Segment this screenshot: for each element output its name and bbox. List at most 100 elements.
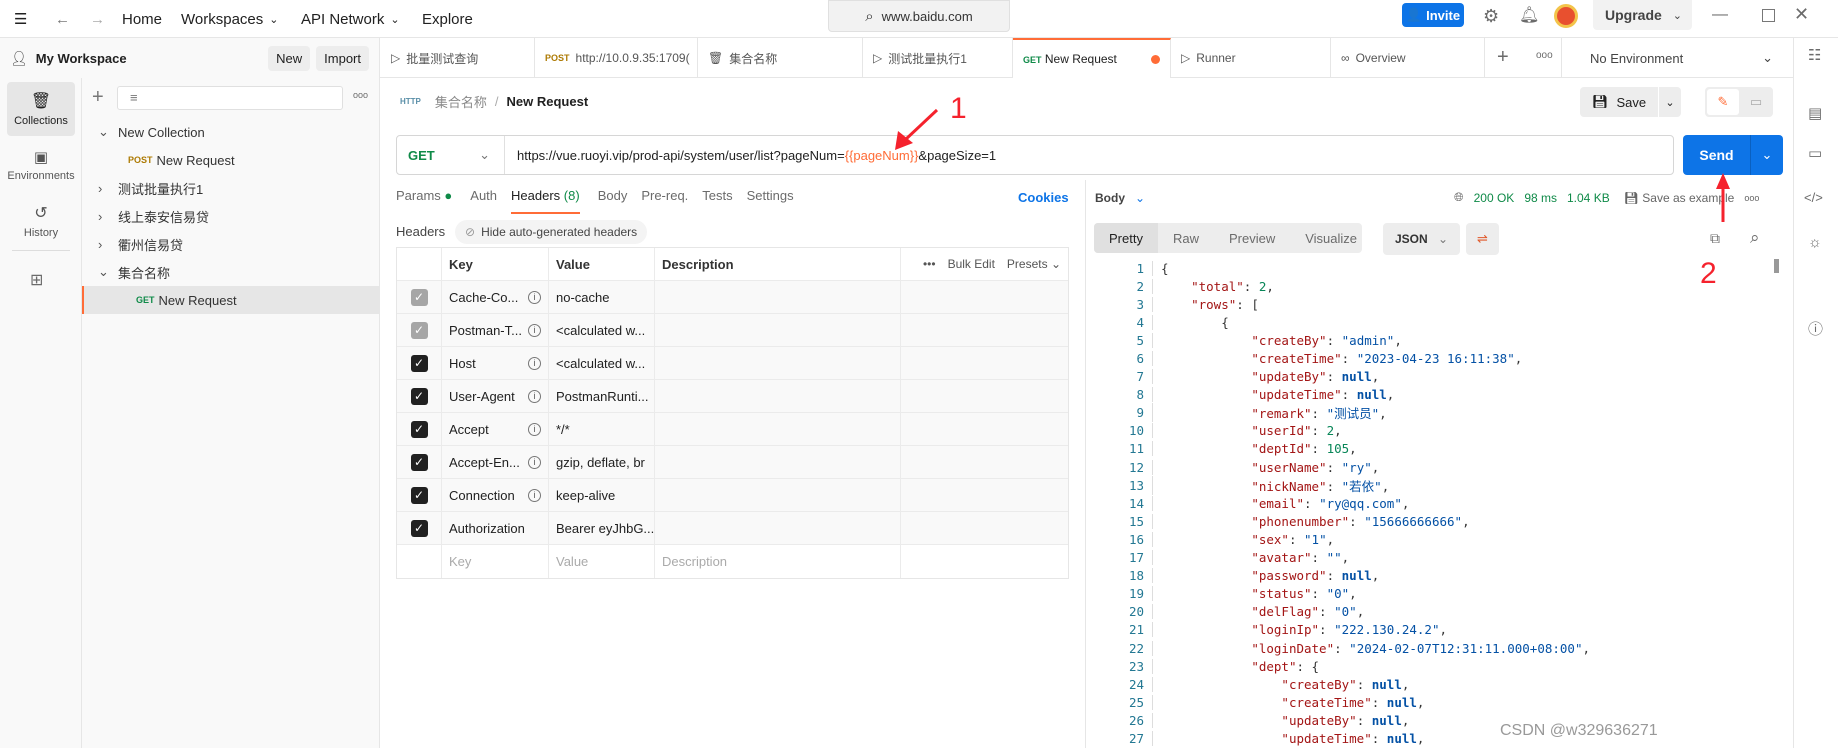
tree-request-selected[interactable]: GET New Request <box>82 286 379 314</box>
info-icon[interactable]: i <box>528 356 541 370</box>
description-cell[interactable] <box>655 479 901 511</box>
tree-collection[interactable]: ⌄ 集合名称 <box>82 258 379 286</box>
cookies-link[interactable]: Cookies <box>1018 190 1069 205</box>
tab-headers[interactable]: Headers (8) <box>511 188 580 214</box>
description-cell[interactable] <box>655 413 901 445</box>
save-button[interactable]: 💾︎ Save <box>1580 87 1658 117</box>
key-cell[interactable]: Host i <box>442 347 549 379</box>
description-cell[interactable] <box>655 314 901 346</box>
response-size[interactable]: 1.04 KB <box>1567 191 1610 205</box>
row-checkbox[interactable]: ✓ <box>410 321 428 339</box>
upgrade-button[interactable]: Upgrade ⌄ <box>1593 0 1692 30</box>
nav-explore[interactable]: Explore <box>422 0 473 38</box>
tab-prereq[interactable]: Pre-req. <box>641 188 688 214</box>
send-dropdown[interactable]: ⌄ <box>1750 135 1783 175</box>
breadcrumb-parent[interactable]: 集合名称 <box>435 92 487 111</box>
rail-history[interactable]: ↺ History <box>7 194 75 248</box>
minimize-icon[interactable]: — <box>1712 6 1728 24</box>
value-cell[interactable]: PostmanRunti... <box>549 380 655 412</box>
value-cell[interactable]: gzip, deflate, br <box>549 446 655 478</box>
key-cell[interactable]: Cache-Co... i <box>442 281 549 313</box>
forward-icon[interactable]: → <box>90 0 105 38</box>
more-tabs-icon[interactable]: ooo <box>1536 50 1553 61</box>
value-cell[interactable]: keep-alive <box>549 479 655 511</box>
view-preview[interactable]: Preview <box>1214 223 1290 253</box>
menu-icon[interactable]: ☰ <box>14 0 27 38</box>
url-input[interactable]: https://vue.ruoyi.vip/prod-api/system/us… <box>505 148 996 163</box>
status-code[interactable]: 200 OK <box>1474 191 1515 205</box>
invite-button[interactable]: 👤 Invite <box>1402 3 1464 27</box>
documentation-icon[interactable]: ▤ <box>1808 104 1822 122</box>
filter-input[interactable]: ≡ <box>117 86 343 110</box>
comments-icon[interactable]: ▭ <box>1808 144 1822 162</box>
bulk-edit-button[interactable]: Bulk Edit <box>948 257 995 271</box>
key-cell[interactable]: Authorization <box>442 512 549 544</box>
more-icon[interactable]: ooo <box>353 90 368 100</box>
value-cell[interactable]: Bearer eyJhbG... <box>549 512 655 544</box>
tab-tests[interactable]: Tests <box>702 188 732 214</box>
avatar[interactable] <box>1554 4 1578 28</box>
comment-icon[interactable]: ▭ <box>1741 89 1771 115</box>
tab-settings[interactable]: Settings <box>747 188 794 214</box>
value-cell[interactable]: */* <box>549 413 655 445</box>
info-icon[interactable]: i <box>528 422 541 436</box>
code-icon[interactable]: </> <box>1804 190 1823 205</box>
row-checkbox[interactable]: ✓ <box>410 453 428 471</box>
tab-runner[interactable]: ▷ Runner <box>1171 38 1331 78</box>
info-icon[interactable]: ⓘ <box>1808 318 1823 339</box>
breadcrumb-current[interactable]: New Request <box>507 94 589 109</box>
row-checkbox[interactable]: ✓ <box>410 354 428 372</box>
description-placeholder[interactable]: Description <box>655 545 901 578</box>
value-placeholder[interactable]: Value <box>549 545 655 578</box>
search-icon[interactable]: ⌕ <box>1750 228 1760 248</box>
tree-collection[interactable]: › 线上泰安信易贷 <box>82 202 379 230</box>
environment-quick-look-icon[interactable]: ☷ <box>1808 46 1821 64</box>
key-cell[interactable]: Accept-En... i <box>442 446 549 478</box>
info-icon[interactable]: i <box>528 488 541 502</box>
add-icon[interactable]: + <box>92 86 104 109</box>
tree-request[interactable]: POST New Request <box>82 146 379 174</box>
save-example-button[interactable]: 💾︎ Save as example <box>1624 191 1735 205</box>
search-bar[interactable]: ⌕ www.baidu.com <box>828 0 1010 32</box>
bell-icon[interactable]: 🔔︎ <box>1519 5 1539 25</box>
add-apps-icon[interactable]: ⊞ <box>30 270 43 290</box>
nav-workspaces[interactable]: Workspaces ⌄ <box>181 0 278 38</box>
tab-batch-query[interactable]: ▷ 批量测试查询 <box>381 38 535 78</box>
tree-collection[interactable]: ⌄ New Collection <box>82 118 379 146</box>
info-icon[interactable]: i <box>528 290 541 304</box>
format-select[interactable]: JSON ⌄ <box>1383 223 1460 255</box>
environment-select[interactable]: No Environment ⌄ <box>1561 38 1793 78</box>
globe-lock-icon[interactable]: 🌐︎ <box>1454 190 1464 205</box>
description-cell[interactable] <box>655 446 901 478</box>
hide-auto-headers-button[interactable]: ⊘ Hide auto-generated headers <box>455 220 648 244</box>
new-tab-icon[interactable]: + <box>1497 46 1509 69</box>
edit-pencil-icon[interactable]: ✎ <box>1707 89 1739 115</box>
more-icon[interactable]: ••• <box>923 257 936 271</box>
send-button[interactable]: Send <box>1683 147 1750 163</box>
response-body-select[interactable]: Body ⌄ <box>1095 191 1145 205</box>
view-pretty[interactable]: Pretty <box>1094 223 1158 253</box>
nav-api-network[interactable]: API Network ⌄ <box>301 0 400 38</box>
tab-params[interactable]: Params ● <box>396 188 452 214</box>
lightbulb-icon[interactable]: ☼ <box>1808 234 1822 251</box>
key-cell[interactable]: Connection i <box>442 479 549 511</box>
row-checkbox[interactable]: ✓ <box>410 387 428 405</box>
description-cell[interactable] <box>655 512 901 544</box>
row-checkbox[interactable]: ✓ <box>410 420 428 438</box>
tab-batch-run[interactable]: ▷ 测试批量执行1 <box>863 38 1013 78</box>
wrap-lines-icon[interactable]: ⇌ <box>1466 223 1499 255</box>
row-checkbox[interactable]: ✓ <box>410 288 428 306</box>
row-checkbox[interactable]: ✓ <box>410 519 428 537</box>
key-cell[interactable]: Accept i <box>442 413 549 445</box>
tab-new-request[interactable]: GET New Request <box>1013 38 1171 78</box>
method-select[interactable]: GET ⌄ <box>397 136 505 174</box>
save-dropdown[interactable]: ⌄ <box>1659 87 1681 117</box>
more-icon[interactable]: ooo <box>1744 193 1759 203</box>
description-cell[interactable] <box>655 380 901 412</box>
description-cell[interactable] <box>655 281 901 313</box>
value-cell[interactable]: <calculated w... <box>549 314 655 346</box>
tab-post-request[interactable]: POST http://10.0.9.35:1709( <box>535 38 698 78</box>
response-time[interactable]: 98 ms <box>1524 191 1557 205</box>
scrollbar[interactable] <box>1774 259 1779 273</box>
key-cell[interactable]: Postman-T... i <box>442 314 549 346</box>
